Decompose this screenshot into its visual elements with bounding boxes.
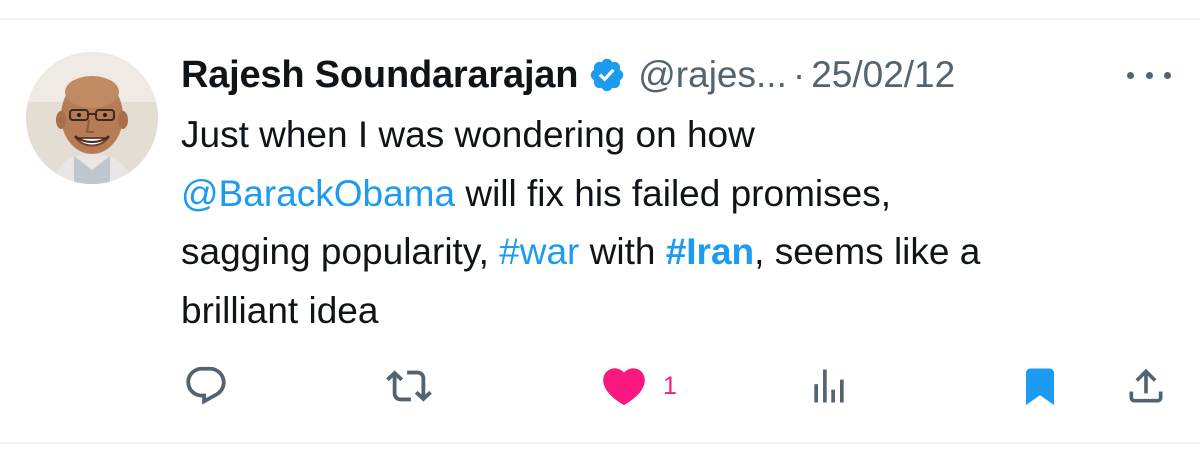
mention-link[interactable]: @BarackObama [181, 173, 455, 214]
views-button[interactable] [807, 356, 851, 416]
text-segment: , seems like a [754, 231, 981, 272]
reply-button[interactable] [183, 356, 229, 416]
more-dot [1127, 71, 1134, 79]
text-segment: with [579, 231, 666, 272]
tweet-text-line: brilliant idea [181, 282, 1181, 341]
like-count: 1 [663, 371, 677, 400]
avatar-image [26, 52, 158, 184]
verified-badge-icon[interactable] [588, 56, 626, 94]
views-icon [814, 369, 844, 403]
more-dot [1145, 71, 1153, 79]
tweet[interactable]: Rajesh Soundararajan @rajes... · 25/02/1… [0, 0, 1200, 422]
bookmark-button[interactable] [1019, 356, 1061, 416]
text-segment: brilliant idea [181, 289, 379, 331]
tweet-date[interactable]: 25/02/12 [811, 54, 955, 96]
more-dot [1164, 71, 1171, 79]
hashtag-link-war[interactable]: #war [499, 231, 579, 272]
share-icon [1129, 368, 1163, 403]
reply-icon [186, 366, 226, 405]
more-dots-icon[interactable] [1127, 60, 1171, 90]
hashtag-link-iran[interactable]: #Iran [666, 231, 754, 272]
author-handle[interactable]: @rajes... [638, 54, 787, 96]
bottom-divider [0, 442, 1200, 444]
avatar[interactable] [26, 52, 158, 184]
text-segment: Just when I was wondering on how [181, 114, 755, 155]
separator-dot: · [792, 54, 806, 95]
action-bar: 1 [0, 356, 1200, 416]
text-segment: sagging popularity, [181, 231, 500, 272]
bookmark-filled-icon [1026, 368, 1054, 406]
heart-filled-icon [603, 368, 645, 406]
tweet-text-line: sagging popularity, #war with #Iran, see… [181, 223, 1181, 282]
tweet-text: Just when I was wondering on how @Barack… [181, 106, 1181, 340]
like-button[interactable]: 1 [599, 356, 677, 416]
tweet-text-line: @BarackObama will fix his failed promise… [181, 165, 1181, 224]
retweet-button[interactable] [386, 356, 432, 416]
text-segment: will fix his failed promises, [455, 172, 891, 214]
author-name[interactable]: Rajesh Soundararajan [181, 54, 578, 97]
tweet-text-line: Just when I was wondering on how [181, 106, 1181, 165]
share-button[interactable] [1124, 356, 1168, 416]
tweet-header: Rajesh Soundararajan @rajes... · 25/02/1… [181, 48, 1181, 102]
retweet-icon [386, 370, 432, 402]
